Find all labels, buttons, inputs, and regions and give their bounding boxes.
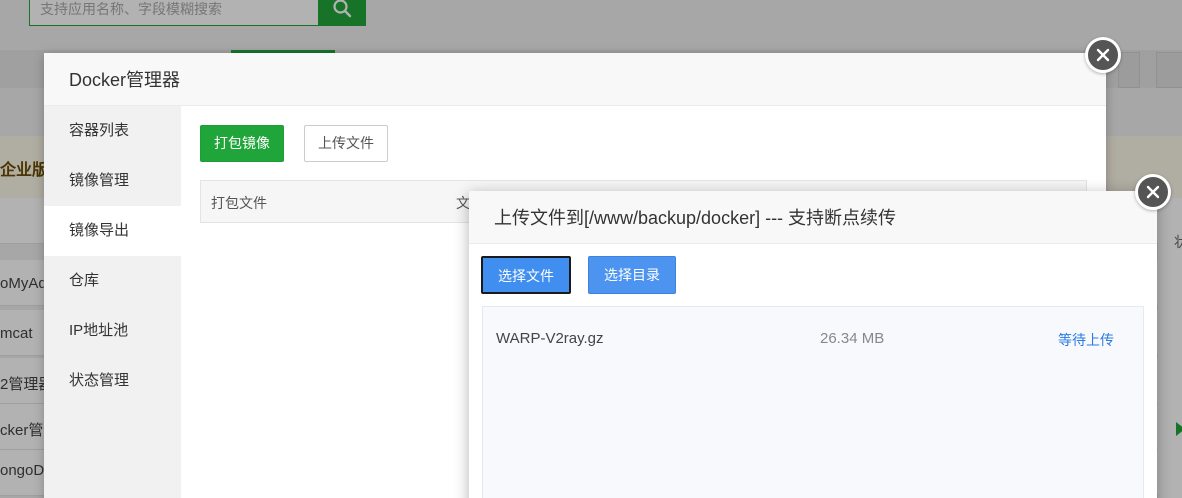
sidebar-item-containers[interactable]: 容器列表	[44, 106, 181, 156]
dialog-title: Docker管理器	[44, 53, 1106, 106]
close-docker-dialog-button[interactable]	[1085, 37, 1121, 73]
file-status: 等待上传	[1058, 332, 1114, 348]
select-directory-button[interactable]: 选择目录	[588, 256, 676, 294]
column-header: 文	[456, 195, 470, 211]
close-icon	[1096, 48, 1110, 62]
file-name: WARP-V2ray.gz	[496, 330, 604, 347]
file-size: 26.34 MB	[820, 330, 885, 347]
close-upload-dialog-button[interactable]	[1135, 174, 1171, 210]
sidebar-item-status[interactable]: 状态管理	[44, 356, 181, 406]
column-header: 打包文件	[211, 195, 267, 211]
upload-file-button[interactable]: 上传文件	[304, 125, 388, 162]
pack-image-button[interactable]: 打包镜像	[200, 125, 284, 162]
close-icon	[1146, 185, 1160, 199]
sidebar-item-images[interactable]: 镜像管理	[44, 156, 181, 206]
upload-dialog: 上传文件到[/www/backup/docker] --- 支持断点续传 选择文…	[469, 191, 1157, 498]
sidebar-item-image-export[interactable]: 镜像导出	[44, 206, 181, 256]
select-file-button[interactable]: 选择文件	[481, 256, 571, 294]
sidebar-item-ip-pool[interactable]: IP地址池	[44, 306, 181, 356]
docker-sidebar: 容器列表 镜像管理 镜像导出 仓库 IP地址池 状态管理	[44, 106, 181, 498]
upload-file-list: WARP-V2ray.gz 26.34 MB 等待上传	[482, 306, 1144, 498]
sidebar-item-registry[interactable]: 仓库	[44, 256, 181, 306]
upload-dialog-title: 上传文件到[/www/backup/docker] --- 支持断点续传	[469, 191, 1157, 244]
